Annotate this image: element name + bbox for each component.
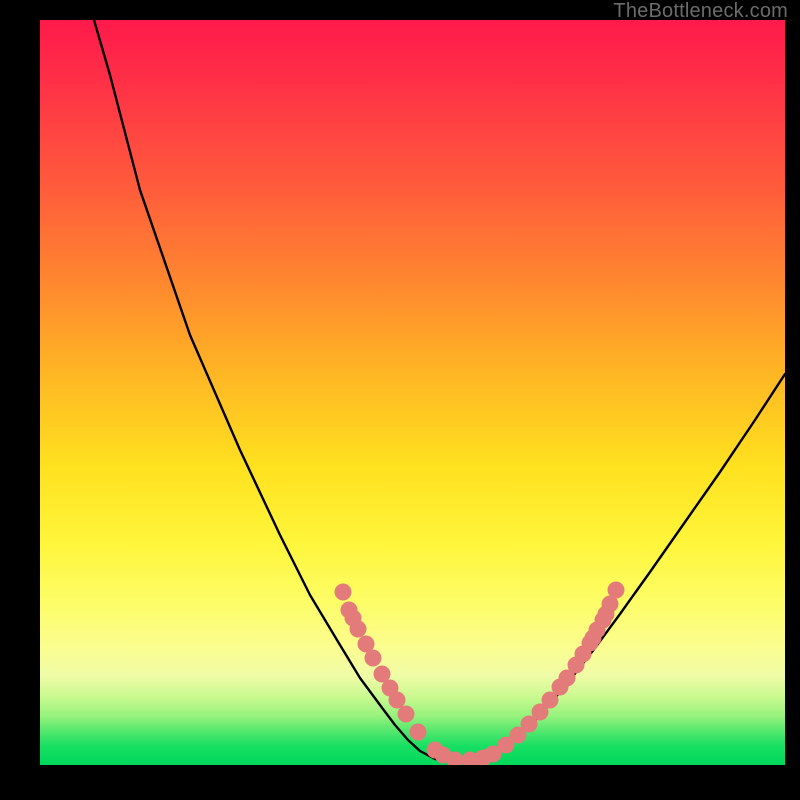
chart-frame: TheBottleneck.com <box>0 0 800 800</box>
data-marker <box>608 582 625 599</box>
data-marker <box>335 584 352 601</box>
watermark-text: TheBottleneck.com <box>613 0 788 23</box>
bottleneck-curve <box>40 20 785 765</box>
data-marker <box>389 692 406 709</box>
data-marker <box>350 621 367 638</box>
data-marker <box>365 650 382 667</box>
data-marker <box>410 724 427 741</box>
plot-area <box>40 20 785 765</box>
data-marker <box>398 706 415 723</box>
